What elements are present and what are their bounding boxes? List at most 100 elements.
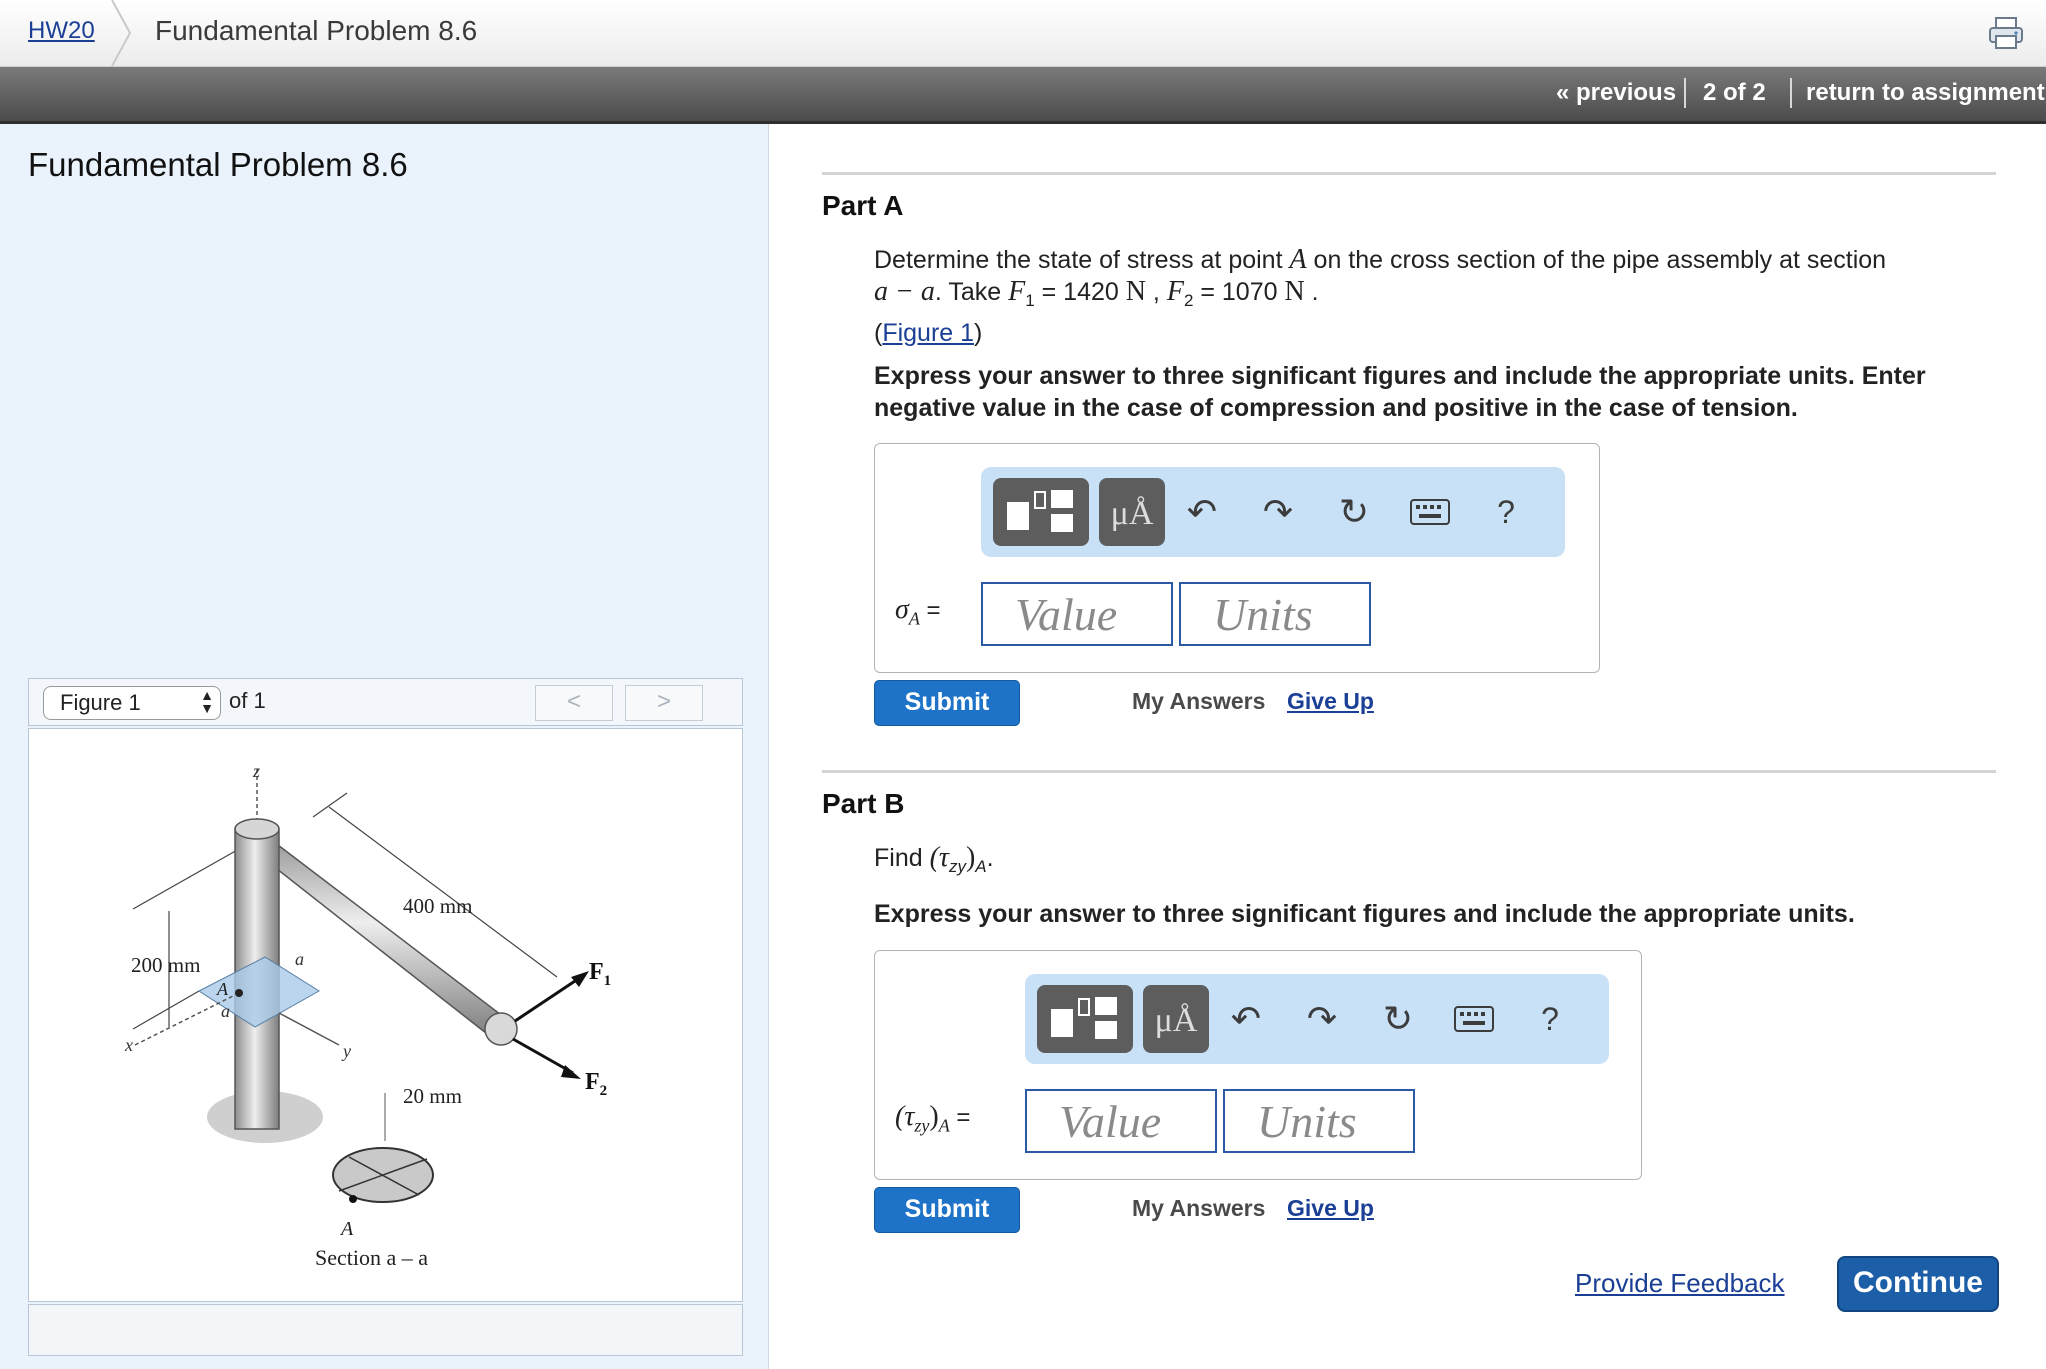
redo-icon[interactable]: ↷ — [1255, 485, 1301, 539]
part-b-instruction: Express your answer to three significant… — [874, 900, 1855, 928]
part-b-title: Part B — [822, 788, 905, 819]
figure-next-button[interactable]: > — [625, 685, 703, 721]
question-text: Determine the state of stress at point — [874, 246, 1290, 274]
page-title: Fundamental Problem 8.6 — [155, 15, 478, 46]
reset-icon[interactable]: ↻ — [1331, 485, 1377, 539]
reset-icon[interactable]: ↻ — [1375, 992, 1421, 1046]
provide-feedback-link[interactable]: Provide Feedback — [1575, 1268, 1785, 1299]
math-value: = 1070 — [1193, 278, 1285, 306]
dim-20mm-label: 20 mm — [403, 1084, 462, 1108]
axis-z-label: z — [252, 761, 260, 781]
force-F2-label: F2 — [585, 1069, 607, 1099]
part-b-question: Find (τzy)A. — [874, 842, 994, 883]
math-sub: 2 — [1183, 291, 1194, 310]
math-sub: zy — [948, 857, 966, 876]
units-symbols-button[interactable]: μÅ — [1143, 985, 1209, 1053]
redo-icon[interactable]: ↷ — [1299, 992, 1345, 1046]
templates-button[interactable] — [993, 478, 1089, 546]
math-paren: ) — [929, 1101, 939, 1132]
math-paren: ) — [965, 842, 976, 873]
templates-icon — [1007, 490, 1073, 532]
figure-panel: Fundamental Problem 8.6 Figure 1 ▲ ▼ of 1… — [0, 124, 769, 1369]
part-b-units-input[interactable] — [1223, 1089, 1415, 1153]
help-icon[interactable]: ? — [1483, 485, 1529, 539]
figure-select-value: Figure 1 — [60, 690, 141, 715]
paren: ) — [974, 319, 983, 347]
question-text: on the cross section of the pipe assembl… — [1306, 246, 1887, 274]
math-F2: F — [1166, 276, 1184, 307]
part-a-units-input[interactable] — [1179, 582, 1371, 646]
assignment-nav-bar: « previous 2 of 2 return to assignment — [0, 67, 2046, 124]
part-b-my-answers[interactable]: My Answers — [1132, 1195, 1265, 1222]
question-text: . Take — [934, 278, 1009, 306]
question-text: Find — [874, 844, 930, 872]
keyboard-icon[interactable] — [1407, 485, 1453, 539]
figure-prev-button[interactable]: < — [535, 685, 613, 721]
math-unit: N — [1284, 276, 1305, 307]
sigma-A-label: σA = — [895, 594, 941, 630]
figure-image: z 400 mm 200 mm a a A x y F1 F2 20 mm A … — [28, 728, 743, 1302]
part-a-answer-box: μÅ ↶ ↷ ↻ ? σA = — [874, 443, 1600, 673]
part-b-answer-box: μÅ ↶ ↷ ↻ ? (τzy)A = — [874, 950, 1642, 1180]
breadcrumb-separator-icon — [111, 0, 132, 66]
pipe-assembly-figure: z 400 mm 200 mm a a A x y F1 F2 20 mm A … — [124, 761, 611, 1270]
return-to-assignment-link[interactable]: return to assignment — [1806, 79, 2045, 107]
part-a-question: Determine the state of stress at point A… — [874, 244, 1994, 349]
tau-zy-A-label: (τzy)A = — [895, 1101, 970, 1137]
math-toolbar: μÅ ↶ ↷ ↻ ? — [981, 467, 1565, 557]
templates-icon — [1051, 997, 1117, 1039]
dim-200mm-label: 200 mm — [131, 953, 200, 977]
math-eq: = — [949, 1104, 971, 1131]
math-tau: (τ — [895, 1101, 915, 1132]
part-a-my-answers[interactable]: My Answers — [1132, 688, 1265, 715]
part-a-instruction: Express your answer to three significant… — [874, 362, 1926, 422]
part-a-value-input[interactable] — [981, 582, 1173, 646]
math-tau: (τ — [929, 842, 949, 873]
section-point-A-label: A — [339, 1218, 354, 1240]
breadcrumb-hw20-link[interactable]: HW20 — [28, 17, 95, 45]
undo-icon[interactable]: ↶ — [1179, 485, 1225, 539]
printer-icon[interactable] — [1988, 16, 2024, 50]
part-b-divider — [822, 770, 1996, 773]
axis-x-label: x — [124, 1035, 133, 1055]
math-sigma: σ — [895, 594, 909, 625]
math-value: = 1420 — [1034, 278, 1126, 306]
part-b-submit-button[interactable]: Submit — [874, 1187, 1020, 1233]
select-arrows-icon: ▲ ▼ — [200, 687, 214, 716]
undo-icon[interactable]: ↶ — [1223, 992, 1269, 1046]
figure-footer — [28, 1304, 743, 1356]
units-symbols-button[interactable]: μÅ — [1099, 478, 1165, 546]
question-text: . — [986, 844, 994, 872]
section-caption: Section a – a — [315, 1245, 428, 1270]
part-a-submit-button[interactable]: Submit — [874, 680, 1020, 726]
math-F1: F — [1008, 276, 1026, 307]
dim-400mm-label: 400 mm — [403, 894, 472, 918]
math-sub: 1 — [1025, 291, 1035, 310]
math-sub: A — [938, 1115, 950, 1136]
part-a-give-up-link[interactable]: Give Up — [1287, 688, 1374, 715]
math-eq: = — [919, 597, 941, 624]
help-icon[interactable]: ? — [1527, 992, 1573, 1046]
nav-divider — [1790, 78, 1792, 108]
templates-button[interactable] — [1037, 985, 1133, 1053]
math-toolbar: μÅ ↶ ↷ ↻ ? — [1025, 974, 1609, 1064]
previous-link[interactable]: « previous — [1556, 79, 1676, 107]
figure-count: of 1 — [229, 688, 266, 713]
part-a-title: Part A — [822, 190, 904, 221]
section-a-bottom-label: a — [221, 1001, 230, 1021]
force-F1-label: F1 — [589, 959, 611, 989]
position-indicator: 2 of 2 — [1703, 79, 1766, 106]
math-sub: A — [975, 857, 987, 876]
section-a-top-label: a — [295, 949, 304, 969]
math-sub: zy — [914, 1115, 930, 1136]
keyboard-icon[interactable] — [1451, 992, 1497, 1046]
figure-1-link[interactable]: Figure 1 — [882, 319, 974, 347]
figure-select[interactable]: Figure 1 ▲ ▼ — [43, 686, 221, 720]
part-b-value-input[interactable] — [1025, 1089, 1217, 1153]
axis-y-label: y — [341, 1041, 351, 1061]
part-b-give-up-link[interactable]: Give Up — [1287, 1195, 1374, 1222]
continue-button[interactable]: Continue — [1837, 1256, 1999, 1312]
math-A: A — [1289, 244, 1307, 275]
math-sub: A — [908, 608, 920, 629]
nav-divider — [1684, 78, 1686, 108]
